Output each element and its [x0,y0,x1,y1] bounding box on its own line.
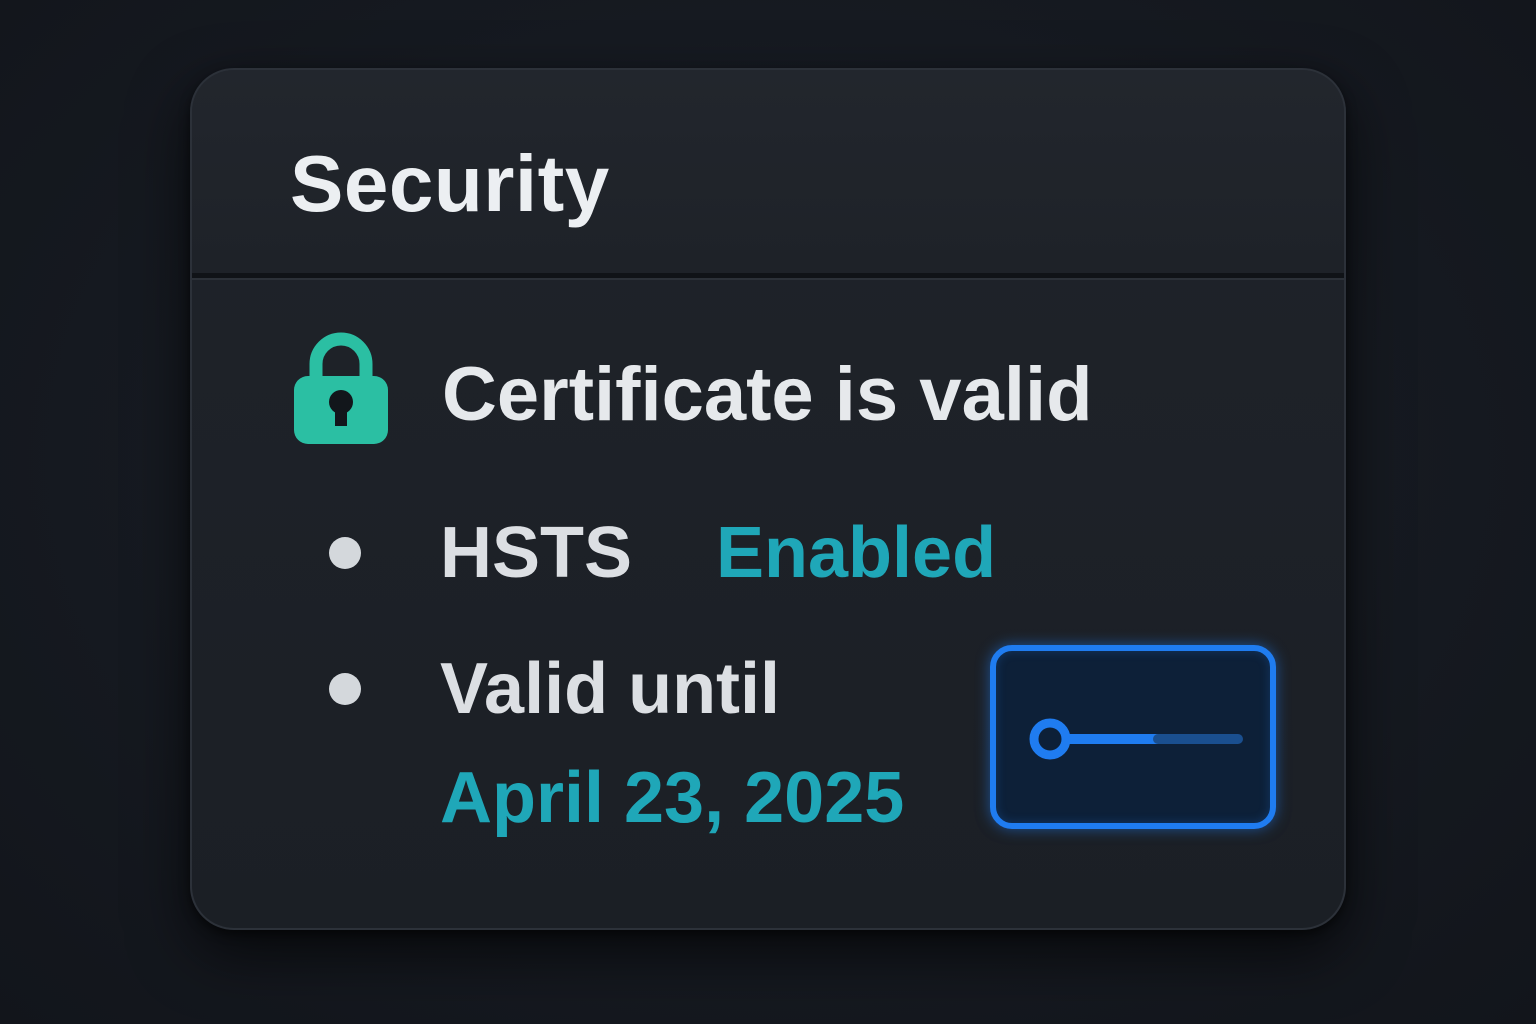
view-certificate-key-button[interactable] [990,645,1276,829]
card-title: Security [290,139,610,228]
security-card: Security Certificate is valid HSTS Enabl… [190,68,1346,930]
certificate-status: Certificate is valid [442,352,1093,437]
key-icon [1029,718,1243,760]
hsts-status: Enabled [716,513,997,593]
bullet-icon [329,673,361,705]
lock-icon [294,332,388,444]
valid-until-label: Valid until [440,649,781,729]
valid-until-date: April 23, 2025 [440,758,905,838]
bullet-icon [329,537,361,569]
hsts-label: HSTS [440,513,633,593]
card-header: Security [192,70,1344,278]
